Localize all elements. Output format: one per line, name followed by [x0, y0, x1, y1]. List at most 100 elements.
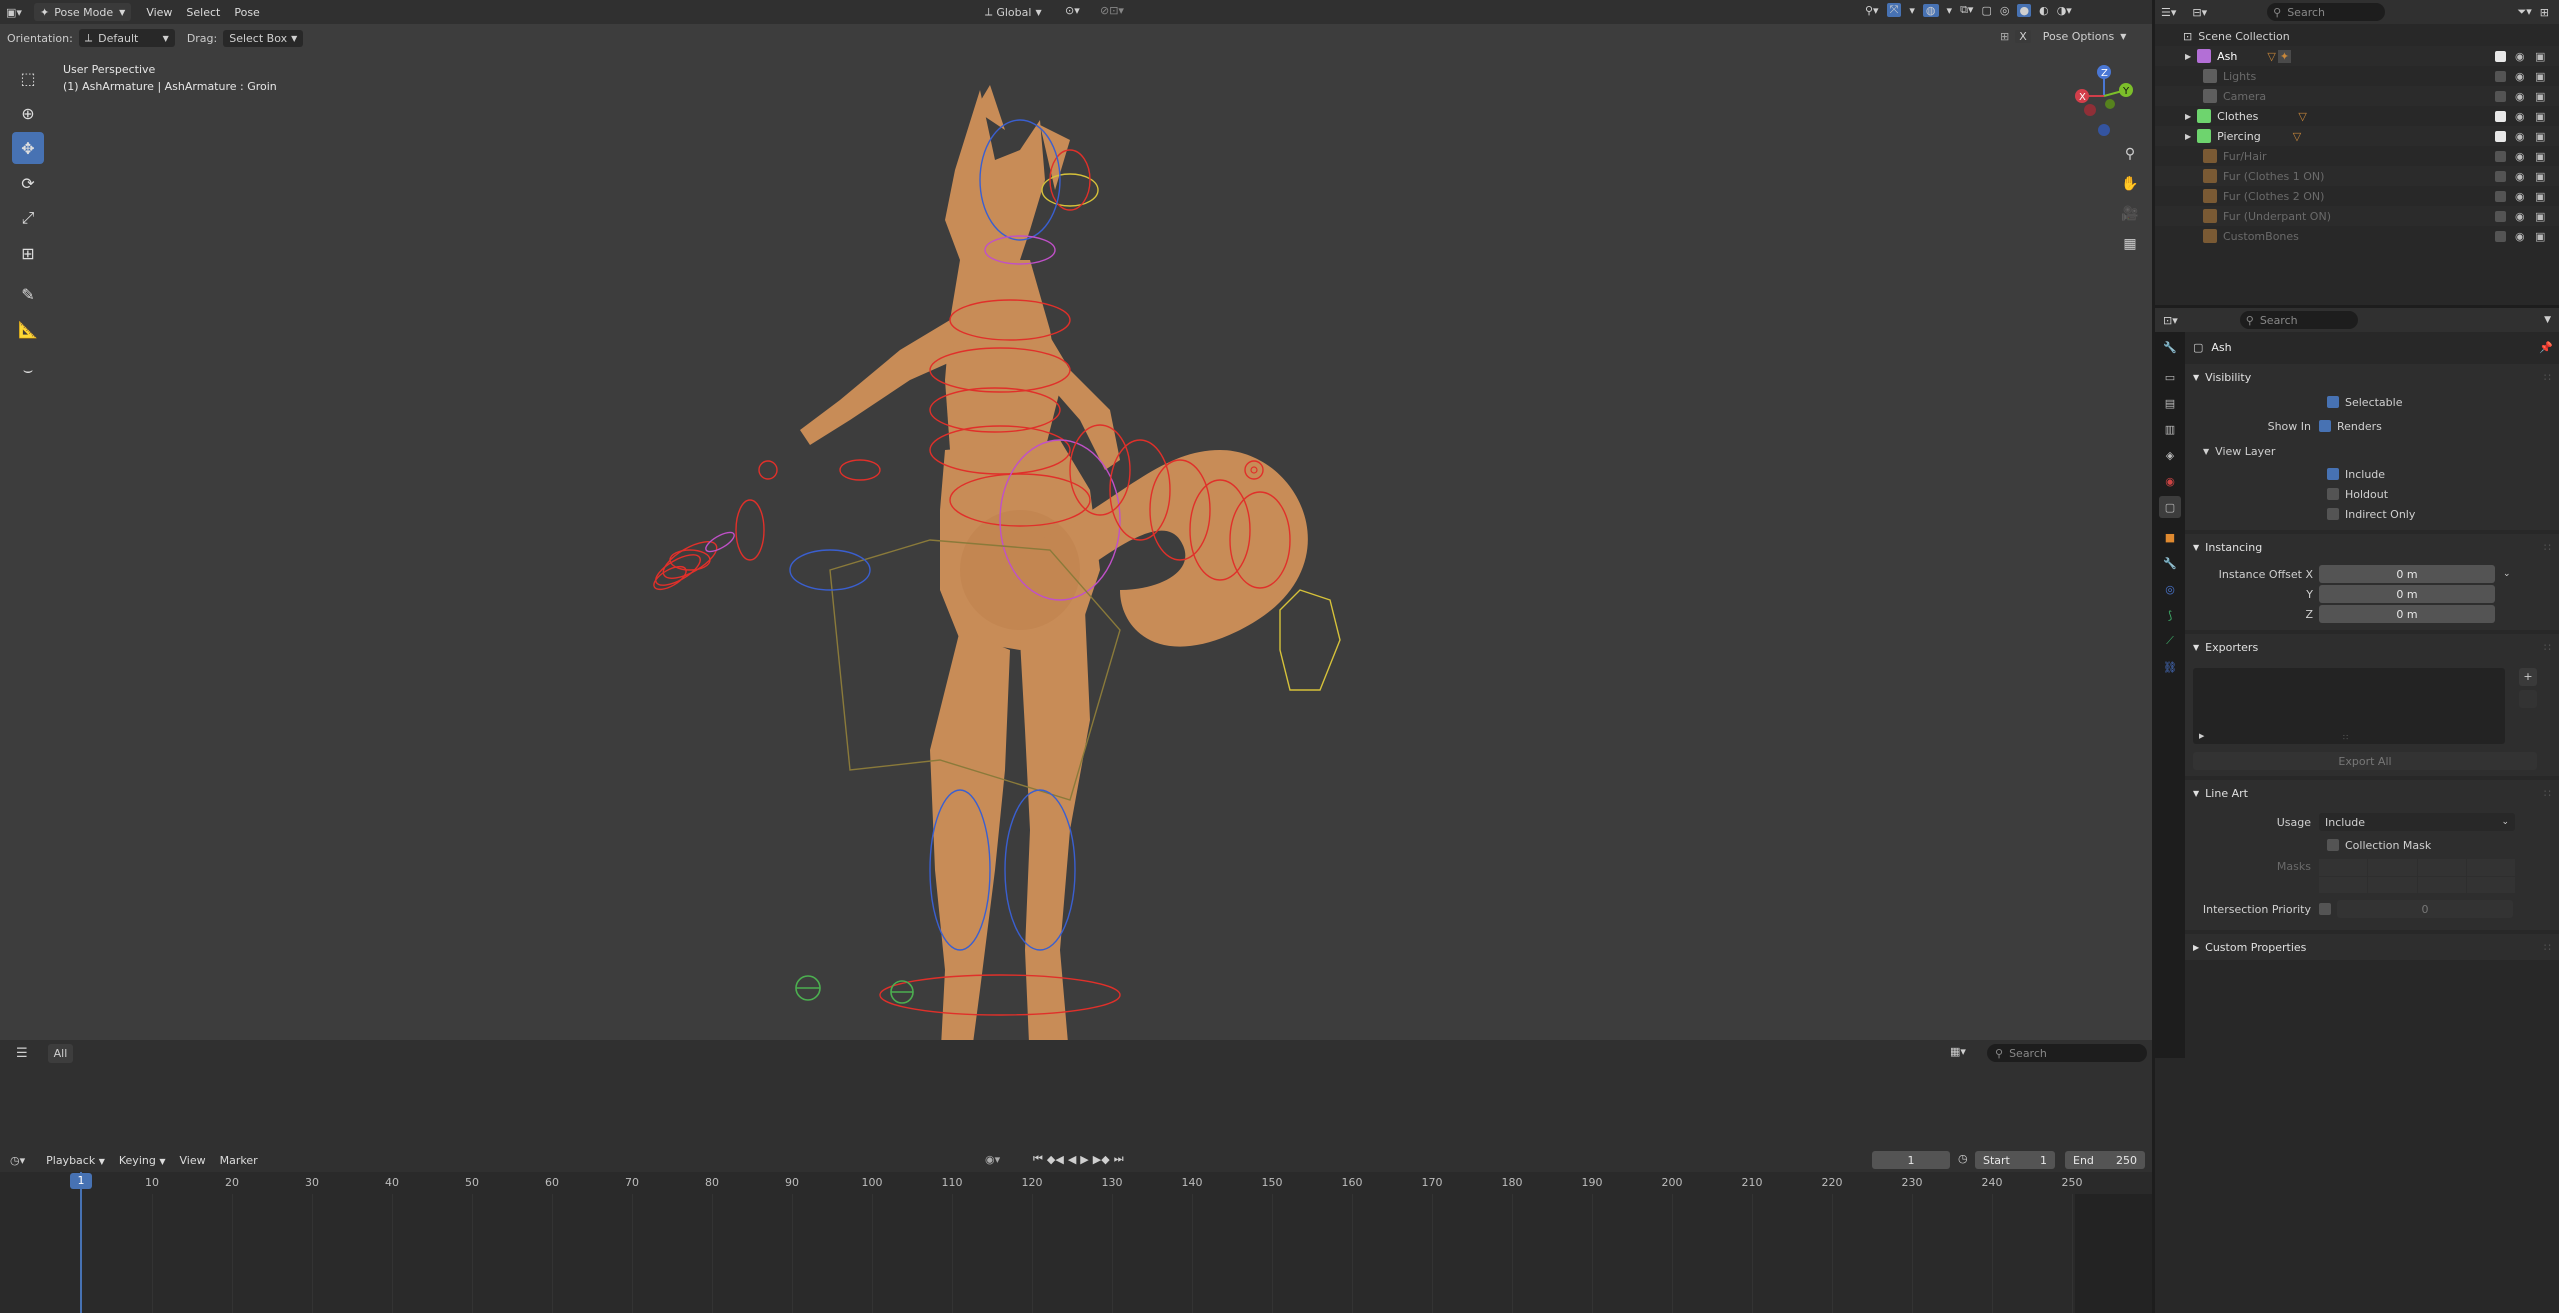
holdout-checkbox[interactable] [2327, 488, 2339, 500]
scene-collection-row[interactable]: ⊡ Scene Collection [2155, 26, 2559, 46]
overlay-dropdown-icon[interactable]: ▾ [1947, 4, 1953, 17]
instance-offset-z-field[interactable]: 0 m [2319, 605, 2495, 623]
outliner-item-fur-underpant[interactable]: Fur (Underpant ON) ◉ ▣ [2155, 206, 2559, 226]
outliner-item-fur-hair[interactable]: Fur/Hair ◉ ▣ [2155, 146, 2559, 166]
solid-shading-icon[interactable]: ◎ [2000, 4, 2010, 17]
outliner-item-camera[interactable]: Camera ◉ ▣ [2155, 86, 2559, 106]
area-divider[interactable] [2155, 1058, 2559, 1313]
exclude-checkbox[interactable] [2495, 230, 2506, 242]
collection-tab-icon[interactable]: ▢ [2159, 496, 2181, 518]
new-collection-icon[interactable]: ⊞ [2540, 6, 2549, 19]
properties-editor[interactable]: ⊡▾ ⚲ Search ▼ 🔧 ▭ ▤ ▥ ◈ ◉ ▢ ■ 🔧 ◎ ⟆ ⟋ ⛓ … [2155, 308, 2559, 1058]
xray-icon[interactable]: ⧉▾ [1960, 3, 1973, 17]
exclude-checkbox[interactable] [2495, 190, 2506, 202]
world-tab-icon[interactable]: ◉ [2159, 470, 2181, 492]
camera-view-icon[interactable]: 🎥 [2116, 206, 2144, 236]
tab-all[interactable]: All [47, 1043, 74, 1063]
outliner-item-clothes[interactable]: ▶ Clothes ▽ ◉ ▣ [2155, 106, 2559, 126]
add-exporter-button[interactable]: + [2519, 668, 2537, 686]
panel-exporters[interactable]: ▼ Exporters ∷ [2185, 634, 2559, 660]
exclude-checkbox[interactable] [2495, 170, 2506, 182]
editor-type-icon[interactable]: ◷▾ [10, 1154, 25, 1167]
display-mode-icon[interactable]: ⊟▾ [2192, 6, 2207, 19]
properties-search-input[interactable]: ⚲ Search [2239, 311, 2358, 329]
list-resize-handle-icon[interactable]: ∷ [2343, 733, 2348, 742]
material-shading-icon[interactable]: ● [2017, 3, 2032, 17]
transform-tool-icon[interactable]: ⊞ [12, 237, 44, 269]
render-tab-icon[interactable]: ▭ [2159, 366, 2181, 388]
camera-icon[interactable]: ▣ [2535, 110, 2545, 123]
outliner-item-piercing[interactable]: ▶ Piercing ▽ ◉ ▣ [2155, 126, 2559, 146]
instance-offset-x-field[interactable]: 0 m [2319, 565, 2495, 583]
options-dropdown-icon[interactable]: ▼ [2544, 315, 2551, 325]
object-data-tab-icon[interactable]: ⟆ [2159, 604, 2181, 626]
eye-icon[interactable]: ◉ [2515, 50, 2525, 63]
jump-keyframe-back-icon[interactable]: ◆◀ [1047, 1153, 1064, 1166]
scale-tool-icon[interactable]: ⤢ [12, 202, 44, 234]
physics-tab-icon[interactable]: ◎ [2159, 578, 2181, 600]
timeline-body[interactable] [0, 1194, 2152, 1313]
exclude-checkbox[interactable] [2495, 130, 2506, 142]
outliner-item-ash[interactable]: ▶ Ash ▽ ✦ ◉ ▣ [2155, 46, 2559, 66]
current-frame-field[interactable]: 1 [1872, 1151, 1950, 1169]
drag-handle-icon[interactable]: ∷ [2544, 941, 2551, 954]
pan-hand-icon[interactable]: ✋ [2116, 176, 2144, 206]
exporters-list[interactable]: ▶ ∷ [2193, 668, 2505, 744]
camera-icon[interactable]: ▣ [2535, 130, 2545, 143]
drag-handle-icon[interactable]: ∷ [2544, 371, 2551, 384]
bone-tab-icon[interactable]: ⟋ [2159, 630, 2181, 652]
camera-icon[interactable]: ▣ [2535, 90, 2545, 103]
camera-icon[interactable]: ▣ [2535, 150, 2545, 163]
gizmo-toggle-icon[interactable]: ⤧ [1886, 3, 1902, 17]
remove-exporter-button[interactable] [2519, 690, 2537, 708]
drag-handle-icon[interactable]: ∷ [2544, 787, 2551, 800]
menu-playback[interactable]: Playback ▼ [39, 1154, 112, 1167]
snap-icon[interactable]: ⊘⊡▾ [1100, 4, 1124, 17]
indirect-only-checkbox[interactable] [2327, 508, 2339, 520]
area-divider[interactable] [2155, 305, 2559, 308]
menu-select[interactable]: Select [179, 6, 227, 19]
eye-icon[interactable]: ◉ [2515, 110, 2525, 123]
mode-selector[interactable]: ✦ Pose Mode ▼ [34, 3, 132, 21]
exclude-checkbox[interactable] [2495, 50, 2506, 62]
outliner-item-fur-clothes-1[interactable]: Fur (Clothes 1 ON) ◉ ▣ [2155, 166, 2559, 186]
output-tab-icon[interactable]: ▤ [2159, 392, 2181, 414]
list-expand-icon[interactable]: ▶ [2199, 732, 2204, 740]
exclude-checkbox[interactable] [2495, 150, 2506, 162]
outliner-item-lights[interactable]: Lights ◉ ▣ [2155, 66, 2559, 86]
expand-arrow-icon[interactable]: ▶ [2185, 112, 2191, 121]
exclude-checkbox[interactable] [2495, 110, 2506, 122]
view-layer-tab-icon[interactable]: ▥ [2159, 418, 2181, 440]
outliner-item-fur-clothes-2[interactable]: Fur (Clothes 2 ON) ◉ ▣ [2155, 186, 2559, 206]
jump-end-icon[interactable]: ⏭ [1114, 1152, 1124, 1166]
eye-icon[interactable]: ◉ [2515, 230, 2525, 243]
usage-dropdown[interactable]: Include ⌄ [2319, 813, 2515, 831]
chevron-down-icon[interactable]: ⌄ [2503, 569, 2511, 579]
eye-icon[interactable]: ◉ [2515, 170, 2525, 183]
drag-handle-icon[interactable]: ∷ [2544, 541, 2551, 554]
object-tab-icon[interactable]: ■ [2159, 526, 2181, 548]
menu-marker[interactable]: Marker [213, 1154, 265, 1167]
selectable-checkbox[interactable] [2327, 396, 2339, 408]
editor-type-icon[interactable]: ⊡▾ [2163, 314, 2178, 327]
editor-type-icon[interactable]: ▣▾ [6, 6, 28, 19]
transform-orientation[interactable]: ⟂ Global ▼ [985, 3, 1042, 21]
wireframe-shading-icon[interactable]: ▢ [1981, 4, 1991, 17]
asset-search-input[interactable]: ⚲ Search [1987, 1044, 2147, 1062]
menu-pose[interactable]: Pose [227, 6, 266, 19]
panel-visibility[interactable]: ▼ Visibility ∷ [2185, 364, 2559, 390]
annotate-tool-icon[interactable]: ✎ [12, 278, 44, 310]
display-mode-icon[interactable]: ▦▾ [1950, 1045, 1966, 1058]
cursor-tool-icon[interactable]: ⊕ [12, 97, 44, 129]
eye-icon[interactable]: ◉ [2515, 130, 2525, 143]
exclude-checkbox[interactable] [2495, 210, 2506, 222]
3d-viewport[interactable]: ▣▾ ✦ Pose Mode ▼ View Select Pose ⟂ Glob… [0, 0, 2152, 1066]
menu-view[interactable]: View [172, 1154, 212, 1167]
eye-icon[interactable]: ◉ [2515, 70, 2525, 83]
camera-icon[interactable]: ▣ [2535, 70, 2545, 83]
eye-icon[interactable]: ◉ [2515, 190, 2525, 203]
outliner-search-input[interactable]: ⚲ Search [2267, 3, 2386, 21]
outliner[interactable]: ☰▾ ⊟▾ ⚲ Search ⏷▾ ⊞ ⊡ Scene Collection ▶… [2155, 0, 2559, 305]
start-frame-field[interactable]: Start 1 [1975, 1151, 2055, 1169]
eye-icon[interactable]: ◉ [2515, 210, 2525, 223]
